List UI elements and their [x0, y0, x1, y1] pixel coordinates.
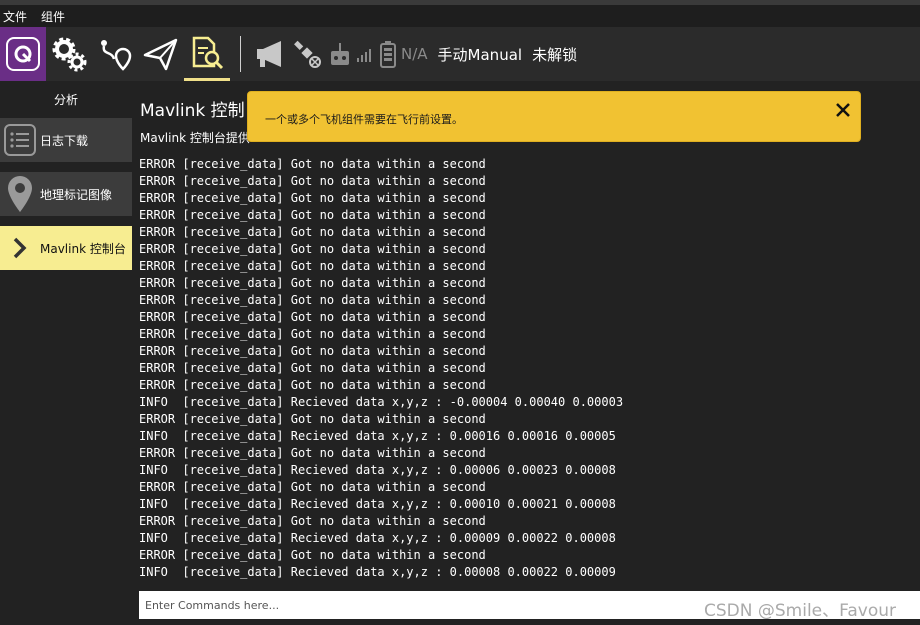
analyze-document-icon [192, 36, 224, 69]
console-line: ERROR [receive_data] Got no data within … [139, 446, 486, 460]
close-icon[interactable] [834, 101, 852, 119]
gps-status-button[interactable] [289, 27, 327, 81]
sidebar-item-label: 日志下载 [40, 133, 89, 148]
console-line: ERROR [receive_data] Got no data within … [139, 327, 486, 341]
menubar: 文件 组件 [0, 5, 920, 27]
sidebar-item-log-download[interactable]: 日志下载 [0, 118, 132, 162]
flight-mode-selector[interactable]: 手动Manual [438, 44, 523, 65]
console-line: ERROR [receive_data] Got no data within … [139, 174, 486, 188]
analyze-button[interactable] [184, 27, 230, 81]
console-line: ERROR [receive_data] Got no data within … [139, 259, 486, 273]
messages-button[interactable] [253, 27, 289, 81]
console-line: ERROR [receive_data] Got no data within … [139, 208, 486, 222]
sidebar-item-label: Mavlink 控制台 [40, 241, 126, 256]
settings-gears-icon [52, 37, 87, 72]
signal-bars-icon [357, 49, 371, 62]
console-line: ERROR [receive_data] Got no data within … [139, 276, 486, 290]
console-line: INFO [receive_data] Recieved data x,y,z … [139, 395, 624, 409]
console-line: ERROR [receive_data] Got no data within … [139, 157, 486, 171]
page-description: Mavlink 控制台提供 [140, 131, 250, 145]
fly-button[interactable] [138, 27, 184, 81]
sidebar-item-geotag-images[interactable]: 地理标记图像 [0, 172, 132, 216]
console-line: ERROR [receive_data] Got no data within … [139, 514, 486, 528]
console-line: INFO [receive_data] Recieved data x,y,z … [139, 429, 616, 443]
map-pin-icon [0, 172, 40, 216]
banner-message: 一个或多个飞机组件需要在飞行前设置。 [265, 113, 463, 126]
toolbar-separator [240, 36, 241, 72]
fly-paper-plane-icon [143, 38, 178, 71]
sidebar-title: 分析 [53, 93, 78, 107]
console-line: INFO [receive_data] Recieved data x,y,z … [139, 531, 616, 545]
battery-icon [380, 41, 396, 68]
app-logo-icon [6, 37, 40, 71]
console-line: ERROR [receive_data] Got no data within … [139, 225, 486, 239]
sidebar-item-label: 地理标记图像 [40, 187, 113, 202]
console-line: ERROR [receive_data] Got no data within … [139, 242, 486, 256]
console-line: ERROR [receive_data] Got no data within … [139, 480, 486, 494]
signal-status [353, 27, 375, 81]
watermark-text: CSDN @Smile、Favour [704, 601, 896, 621]
console-line: ERROR [receive_data] Got no data within … [139, 293, 486, 307]
console-line: ERROR [receive_data] Got no data within … [139, 191, 486, 205]
chevron-right-icon [0, 226, 40, 270]
app-logo-button[interactable] [0, 27, 46, 81]
toolbar: N/A 手动Manual 未解锁 [0, 27, 920, 81]
plan-route-button[interactable] [92, 27, 138, 81]
sidebar: 分析 日志下载 地理标记图像 Mavlink 控制台 [0, 85, 132, 625]
battery-label: N/A [401, 45, 428, 63]
sidebar-item-mavlink-console[interactable]: Mavlink 控制台 [0, 226, 132, 270]
console-line: ERROR [receive_data] Got no data within … [139, 344, 486, 358]
console-line: ERROR [receive_data] Got no data within … [139, 310, 486, 324]
console-line: INFO [receive_data] Recieved data x,y,z … [139, 565, 616, 579]
menu-file[interactable]: 文件 [3, 8, 27, 25]
rc-transmitter-icon [331, 43, 349, 65]
gps-satellite-icon [294, 40, 321, 68]
console-line: ERROR [receive_data] Got no data within … [139, 548, 486, 562]
arm-state-label[interactable]: 未解锁 [532, 44, 577, 65]
page-title: Mavlink 控制 [140, 101, 245, 121]
console-line: ERROR [receive_data] Got no data within … [139, 361, 486, 375]
console-output[interactable]: ERROR [receive_data] Got no data within … [138, 149, 920, 585]
battery-status-button[interactable] [375, 27, 401, 81]
megaphone-icon [257, 41, 281, 67]
console-line: ERROR [receive_data] Got no data within … [139, 412, 486, 426]
plan-route-icon [101, 40, 132, 71]
rc-status-button[interactable] [327, 27, 353, 81]
settings-gears-button[interactable] [46, 27, 92, 81]
console-line: ERROR [receive_data] Got no data within … [139, 378, 486, 392]
preflight-warning-banner: 一个或多个飞机组件需要在飞行前设置。 [247, 91, 861, 142]
menu-widgets[interactable]: 组件 [41, 8, 65, 25]
console-line: INFO [receive_data] Recieved data x,y,z … [139, 463, 616, 477]
console-line: INFO [receive_data] Recieved data x,y,z … [139, 497, 616, 511]
list-icon [0, 118, 40, 162]
